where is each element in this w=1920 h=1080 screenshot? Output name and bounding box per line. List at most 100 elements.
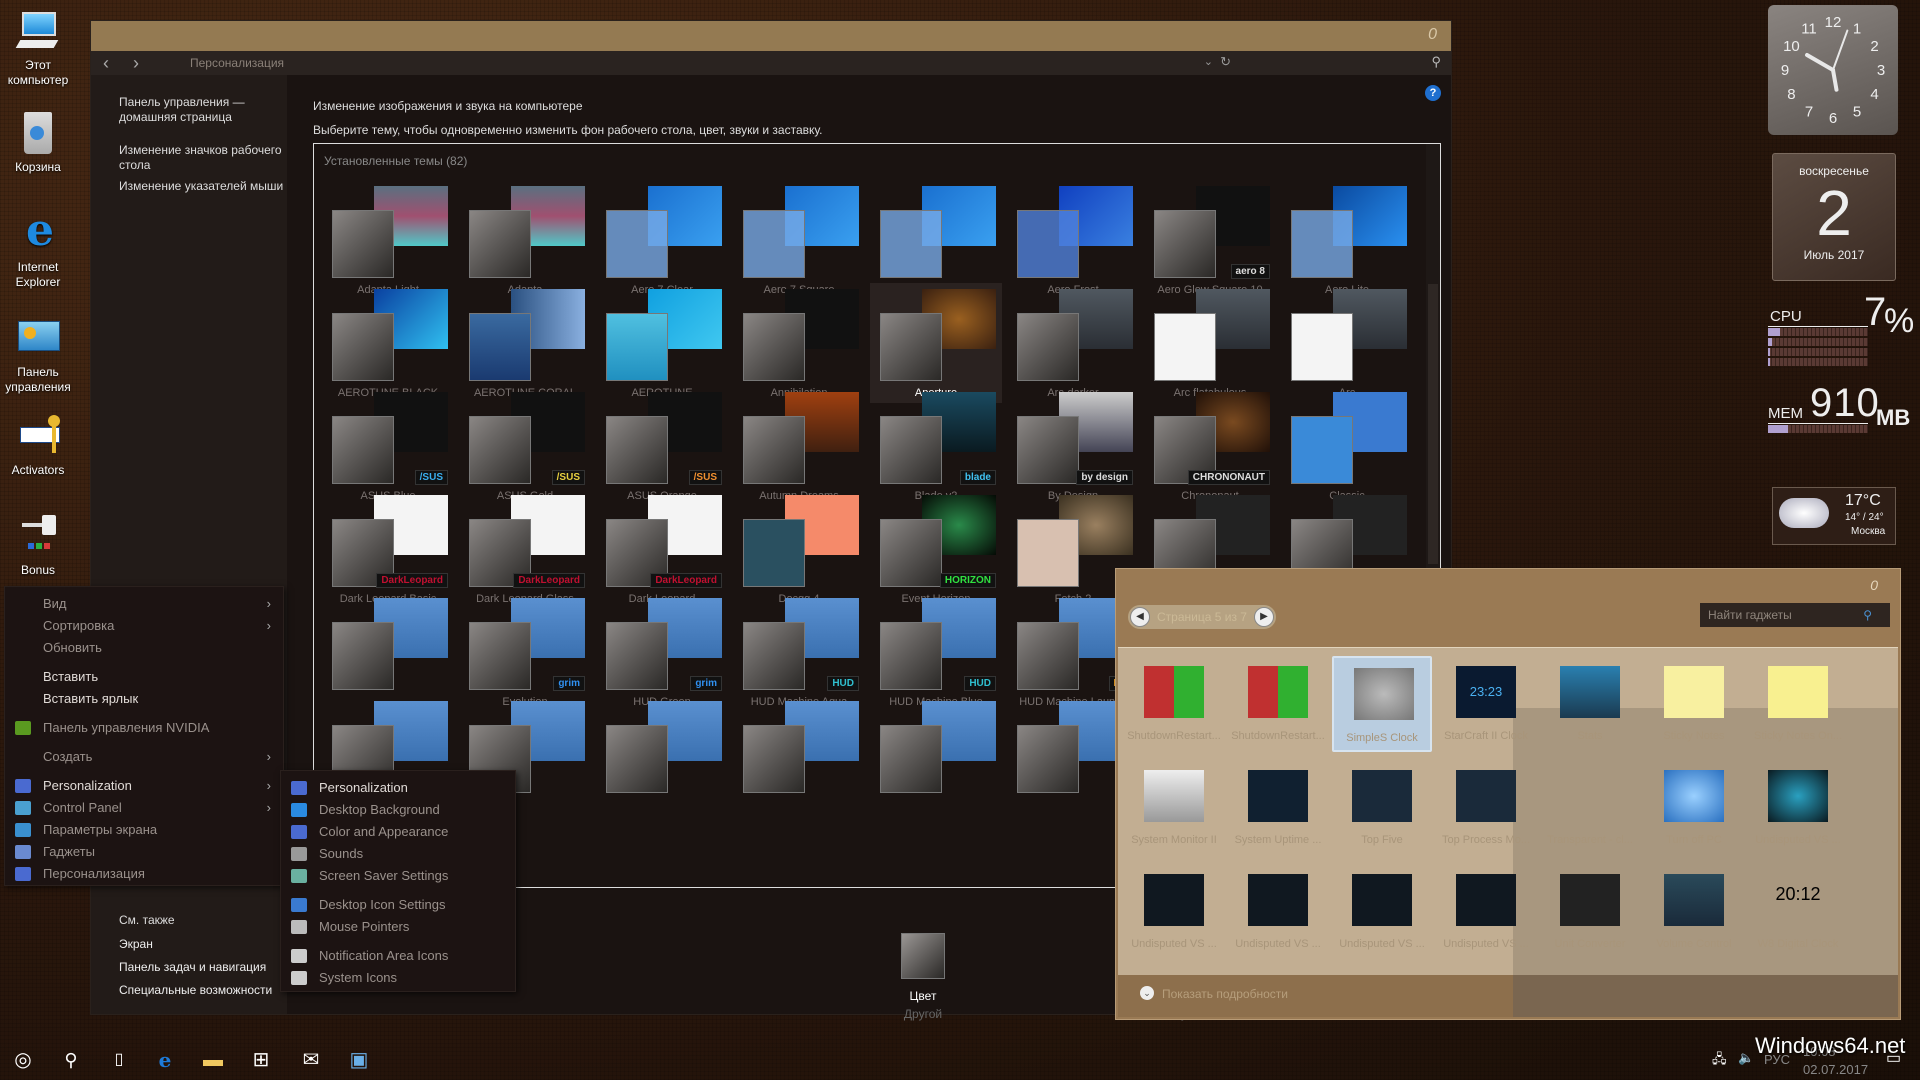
gadget-item[interactable]: ShutdownRestart... [1228, 656, 1328, 752]
gadget-item[interactable]: Top Process Mo... [1436, 760, 1536, 856]
gadget-item[interactable]: Undisputed VS ... [1228, 864, 1328, 960]
theme-tile[interactable]: Docgg 4 [733, 489, 865, 609]
cpu-meter-gadget[interactable]: CPU 7 % [1768, 290, 1914, 370]
edge-icon[interactable]: e [152, 1048, 178, 1072]
theme-tile[interactable]: HUDHUD Machine Blue [870, 592, 1002, 712]
theme-tile[interactable]: DarkLeopardDark Leopard Basic [322, 489, 454, 609]
search-icon[interactable]: ⚲ [1863, 603, 1872, 627]
network-icon[interactable]: 🖧 [1712, 1050, 1727, 1072]
gadget-item[interactable]: Unit Converter [1540, 864, 1640, 960]
theme-tile[interactable]: Classic [1281, 386, 1413, 506]
theme-tile[interactable]: /SUSASUS Orange [596, 386, 728, 506]
file-explorer-icon[interactable]: ▬ [200, 1048, 226, 1072]
gadget-item[interactable]: Transparent - cl... [1540, 760, 1640, 856]
theme-tile[interactable]: HORIZONEvent Horizon [870, 489, 1002, 609]
menu-item[interactable]: Персонализация [5, 863, 283, 885]
gadget-item[interactable]: Stats [1540, 656, 1640, 752]
menu-item[interactable]: Mouse Pointers [281, 916, 515, 938]
menu-item[interactable]: Параметры экрана [5, 819, 283, 841]
theme-tile[interactable]: Aero 7 [870, 180, 1002, 300]
theme-tile[interactable]: Arc flatabulous [1144, 283, 1276, 403]
refresh-icon[interactable]: ↻ [1220, 54, 1231, 70]
see-also-accessibility[interactable]: Специальные возможности [119, 983, 272, 997]
desktop-icon-recycle-bin[interactable]: Корзина [0, 110, 76, 175]
theme-tile[interactable]: AEROTUNE [596, 283, 728, 403]
menu-item[interactable]: Вставить [5, 666, 283, 688]
weather-gadget[interactable]: 17°C 14° / 24° Москва [1772, 487, 1896, 545]
gadget-item[interactable]: Turn off PC [1644, 760, 1744, 856]
theme-tile[interactable]: aero 8Aero Glow Square 10 [1144, 180, 1276, 300]
theme-tile[interactable] [322, 592, 454, 712]
menu-item[interactable]: Панель управления NVIDIA [5, 717, 283, 739]
theme-tile[interactable]: Arc [1281, 283, 1413, 403]
theme-tile[interactable]: AEROTUNE CORAL [459, 283, 591, 403]
theme-tile[interactable]: /SUSASUS Blue [322, 386, 454, 506]
theme-tile[interactable]: Autumn Dreams [733, 386, 865, 506]
search-icon[interactable]: ⚲ [1431, 54, 1441, 70]
theme-tile[interactable]: Aperture [870, 283, 1002, 403]
theme-tile[interactable]: DarkLeopardDark Leopard Glass [459, 489, 591, 609]
theme-tile[interactable]: AEROTUNE BLACK [322, 283, 454, 403]
volume-icon[interactable]: 🔈 [1738, 1050, 1754, 1066]
breadcrumb[interactable]: Персонализация [190, 56, 284, 70]
theme-tile[interactable]: CHRONONAUTChrononaut [1144, 386, 1276, 506]
theme-tile[interactable] [870, 695, 1002, 815]
gadget-item[interactable]: Volume Control [1644, 864, 1744, 960]
sidebar-link-control-panel-home[interactable]: Панель управления — домашняя страница [119, 95, 289, 125]
desktop-icon-bonus[interactable]: Bonus [0, 513, 76, 578]
desktop-icon-internet-explorer[interactable]: e Internet Explorer [0, 209, 76, 290]
start-icon[interactable]: ◎ [10, 1048, 36, 1072]
forward-button[interactable]: › [133, 53, 139, 74]
menu-item[interactable]: Desktop Icon Settings [281, 894, 515, 916]
theme-tile[interactable]: Aero 7 Clear [596, 180, 728, 300]
menu-item[interactable]: Notification Area Icons [281, 945, 515, 967]
chevron-down-icon[interactable]: ⌄ [1204, 55, 1213, 68]
gadget-item[interactable]: 23:23 StarCraft II Clock [1436, 656, 1536, 752]
next-page-button[interactable]: ▶ [1254, 607, 1274, 627]
see-also-taskbar[interactable]: Панель задач и навигация [119, 960, 266, 974]
gadget-item[interactable]: System Monitor II [1124, 760, 1224, 856]
search-icon[interactable]: ⚲ [58, 1048, 84, 1072]
theme-tile[interactable]: Aero Frost [1007, 180, 1139, 300]
menu-item[interactable]: Сортировка › [5, 615, 283, 637]
menu-item[interactable]: Personalization [281, 777, 515, 799]
menu-item[interactable]: Desktop Background [281, 799, 515, 821]
memory-meter-gadget[interactable]: MEM 910 MB [1768, 381, 1910, 435]
theme-tile[interactable]: Arc-darker [1007, 283, 1139, 403]
calendar-gadget[interactable]: воскресенье 2 Июль 2017 [1772, 153, 1896, 281]
theme-tile[interactable]: DarkLeopardDark Leopard [596, 489, 728, 609]
gadget-item[interactable]: Top Five [1332, 760, 1432, 856]
theme-tile[interactable]: Annihilation [733, 283, 865, 403]
color-setting[interactable]: Цвет Другой [883, 933, 963, 1021]
title-bar[interactable]: 0 [91, 21, 1451, 51]
gadget-item[interactable]: SimpleS Clock [1332, 656, 1432, 752]
gadget-item[interactable]: Undisputed VS ... [1124, 864, 1224, 960]
see-also-display[interactable]: Экран [119, 937, 153, 951]
gadget-item[interactable]: 20:12 W8 Digital Clock [1748, 864, 1848, 960]
analog-clock-gadget[interactable]: 12 1 2 3 4 5 6 7 8 9 10 11 [1768, 5, 1898, 135]
gadget-item[interactable]: Sticky Notes On... [1748, 656, 1848, 752]
help-icon[interactable]: ? [1425, 85, 1441, 101]
menu-item[interactable]: Вид › [5, 593, 283, 615]
menu-item[interactable]: Sounds [281, 843, 515, 865]
mail-icon[interactable]: ✉ [298, 1048, 324, 1072]
menu-item[interactable]: Control Panel › [5, 797, 283, 819]
theme-tile[interactable]: Adapta Light [322, 180, 454, 300]
store-icon[interactable]: ⊞ [248, 1048, 274, 1072]
gadget-item[interactable]: Sticky Notes [1644, 656, 1744, 752]
personalization-app-icon[interactable]: ▣ [346, 1048, 372, 1072]
task-view-icon[interactable]: ▯ [106, 1048, 132, 1072]
desktop-icon-activators[interactable]: Activators [0, 413, 76, 478]
scrollbar-thumb[interactable] [1428, 284, 1438, 564]
sidebar-link-mouse-pointers[interactable]: Изменение указателей мыши [119, 179, 289, 194]
gadget-item[interactable]: ShutdownRestart... [1124, 656, 1224, 752]
theme-tile[interactable] [596, 695, 728, 815]
menu-item[interactable]: Personalization › [5, 775, 283, 797]
theme-tile[interactable]: /SUSASUS Gold [459, 386, 591, 506]
menu-item[interactable]: Обновить [5, 637, 283, 659]
gadget-item[interactable]: Undisputed VS ... [1436, 864, 1536, 960]
clock-date[interactable]: 02.07.2017 [1803, 1062, 1868, 1077]
theme-tile[interactable]: Aero 7 Square [733, 180, 865, 300]
theme-tile[interactable]: Aero Lite [1281, 180, 1413, 300]
show-details-toggle[interactable]: ⌄ Показать подробности [1140, 986, 1288, 1001]
